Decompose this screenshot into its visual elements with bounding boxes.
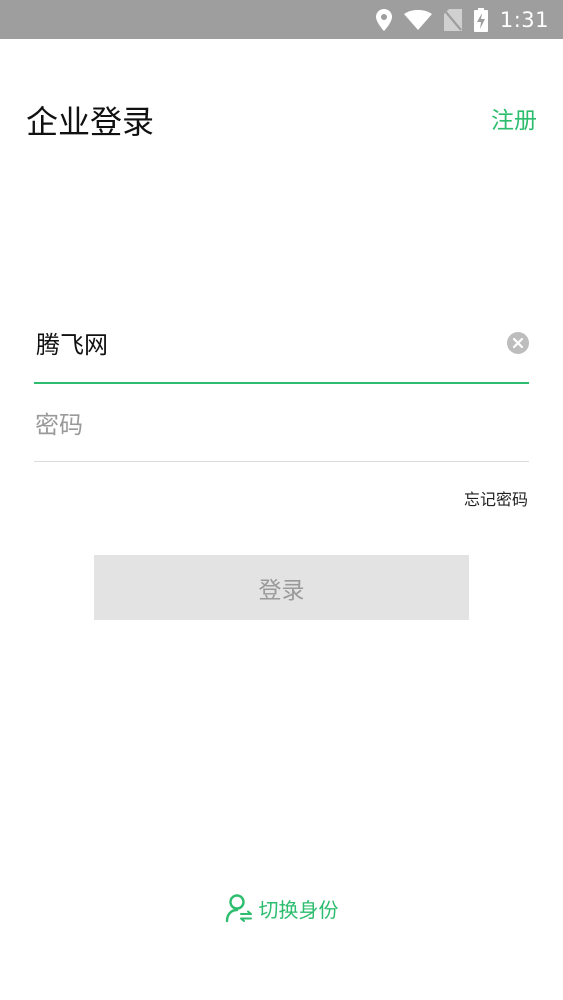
password-placeholder: 密码 <box>35 411 83 439</box>
login-screen: 1:31 企业登录 注册 腾飞网 密码 忘记密码 登录 切换身份 <box>0 0 563 1000</box>
status-time: 1:31 <box>499 7 549 32</box>
clear-icon[interactable] <box>507 332 529 354</box>
status-bar: 1:31 <box>0 0 563 39</box>
forgot-password-link[interactable]: 忘记密码 <box>464 488 528 512</box>
no-sim-icon <box>443 8 462 31</box>
login-button[interactable]: 登录 <box>94 555 469 620</box>
account-input-value[interactable]: 腾飞网 <box>36 328 108 362</box>
status-icons: 1:31 <box>375 0 549 39</box>
battery-charging-icon <box>473 7 488 32</box>
register-link[interactable]: 注册 <box>491 104 537 138</box>
password-field[interactable]: 密码 <box>34 400 529 462</box>
account-field[interactable]: 腾飞网 <box>34 320 529 384</box>
switch-identity-label: 切换身份 <box>258 897 339 922</box>
switch-user-icon <box>225 893 253 923</box>
wifi-icon <box>403 9 432 30</box>
location-icon <box>375 8 392 31</box>
switch-identity-button[interactable]: 切换身份 <box>0 893 563 923</box>
page-title: 企业登录 <box>26 103 155 141</box>
